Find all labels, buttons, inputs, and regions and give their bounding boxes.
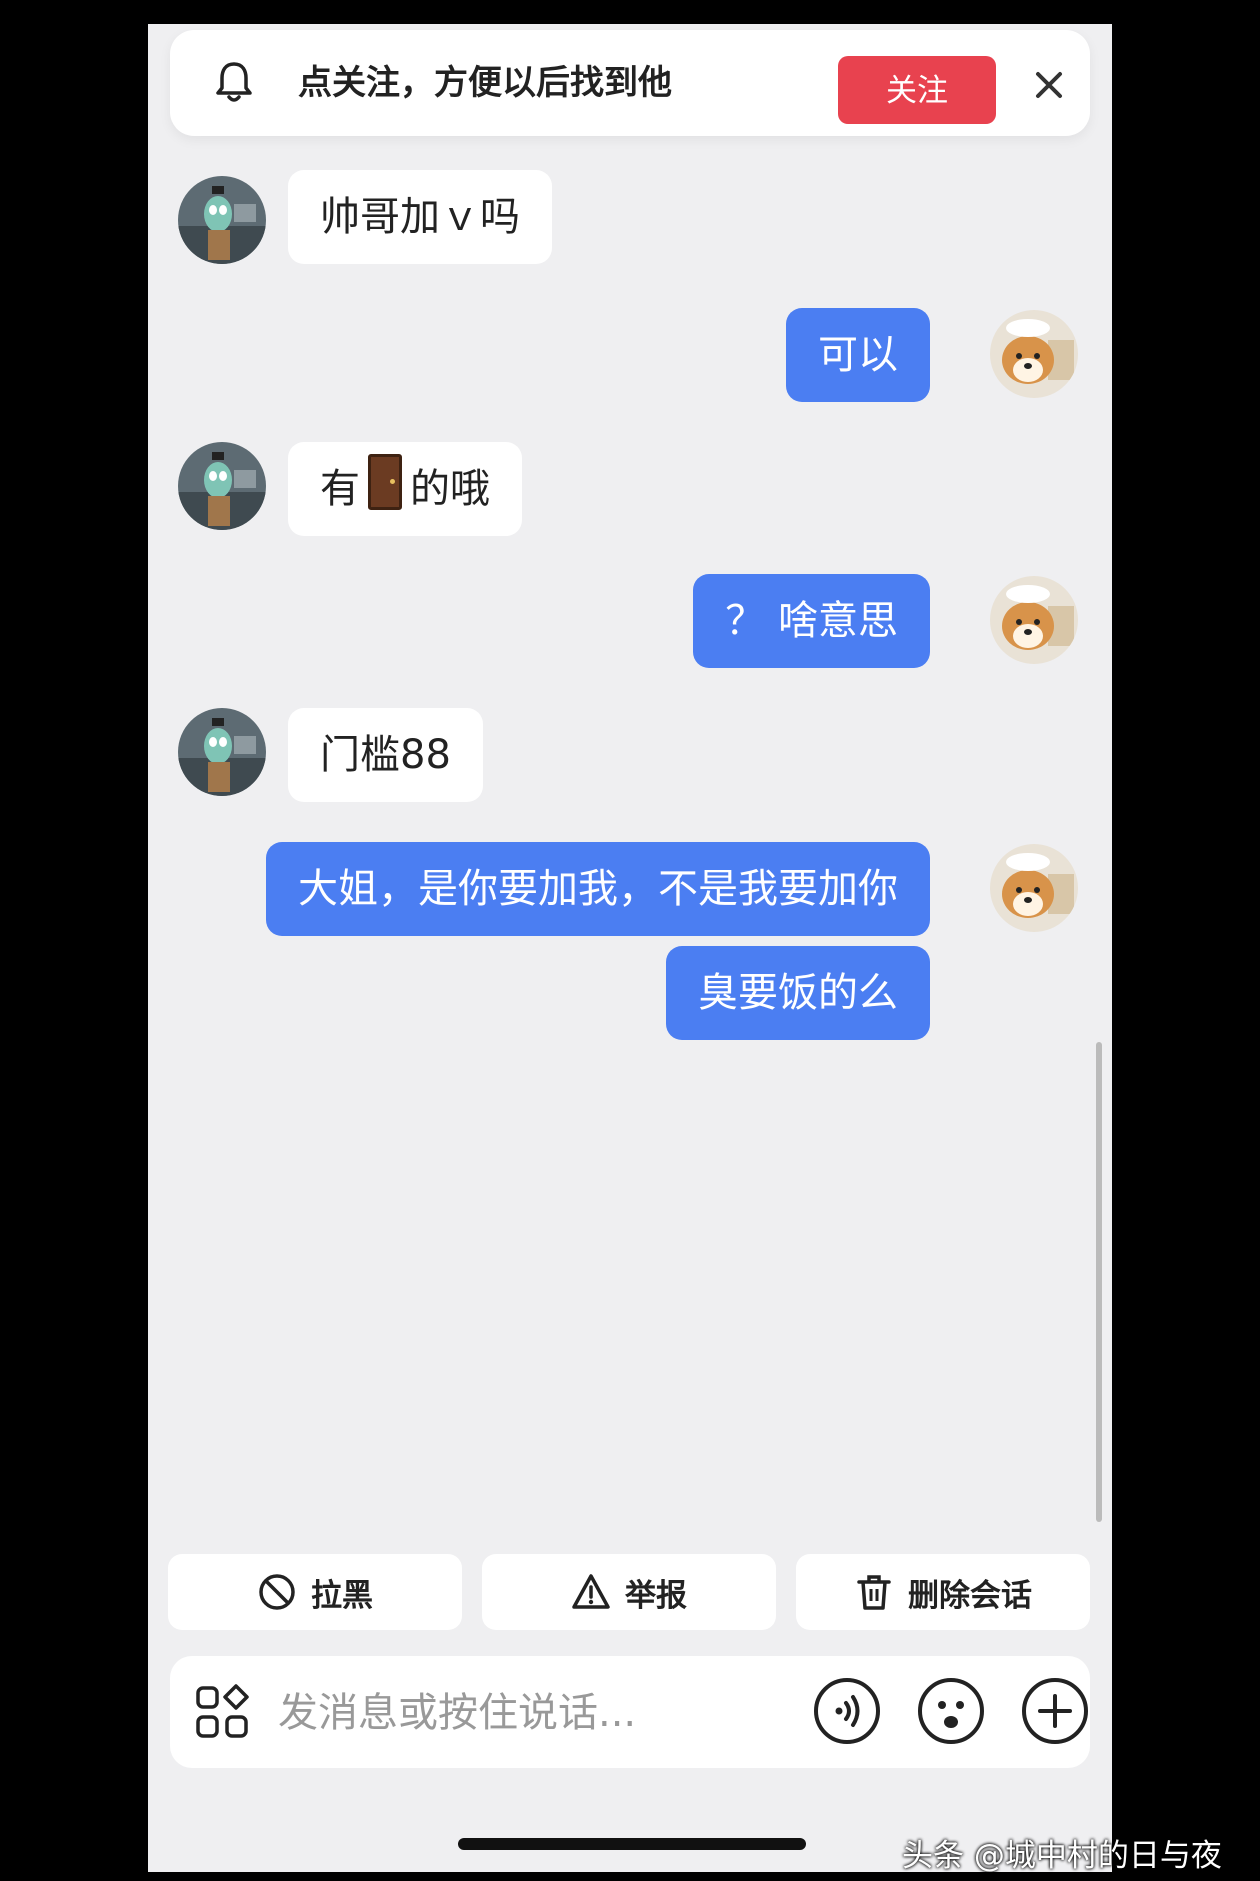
block-icon xyxy=(259,1574,295,1610)
door-emoji-icon xyxy=(368,454,402,510)
voice-icon[interactable] xyxy=(812,1676,882,1746)
delete-conversation-label: 删除会话 xyxy=(908,1577,1032,1614)
message-bubble-outgoing[interactable]: ？ 啥意思 xyxy=(693,574,930,668)
follow-prompt-text: 点关注，方便以后找到他 xyxy=(298,63,672,103)
delete-conversation-button[interactable]: 删除会话 xyxy=(796,1554,1090,1630)
my-avatar[interactable] xyxy=(990,576,1078,664)
shiba-avatar-icon xyxy=(990,576,1078,664)
emoji-icon[interactable] xyxy=(916,1676,986,1746)
plus-icon[interactable] xyxy=(1020,1676,1090,1746)
report-label: 举报 xyxy=(625,1577,687,1614)
squidward-avatar-icon xyxy=(178,176,266,264)
message-bubble-outgoing[interactable]: 可以 xyxy=(786,308,930,402)
contact-avatar[interactable] xyxy=(178,176,266,264)
message-bubble-outgoing[interactable]: 大姐，是你要加我，不是我要加你 xyxy=(266,842,930,936)
scrollbar[interactable] xyxy=(1096,1042,1102,1522)
warning-icon xyxy=(572,1574,610,1609)
message-bubble-incoming[interactable]: 帅哥加ｖ吗 xyxy=(288,170,552,264)
message-bubble-incoming[interactable]: 有 的哦 xyxy=(288,442,522,536)
message-text: 门槛88 xyxy=(320,732,451,778)
my-avatar[interactable] xyxy=(990,844,1078,932)
report-button[interactable]: 举报 xyxy=(482,1554,776,1630)
my-avatar[interactable] xyxy=(990,310,1078,398)
squidward-avatar-icon xyxy=(178,708,266,796)
trash-icon xyxy=(857,1575,891,1610)
message-text: 臭要饭的么 xyxy=(698,970,898,1016)
bell-icon xyxy=(216,62,252,102)
message-input-bar xyxy=(170,1656,1090,1768)
message-text: 大姐，是你要加我，不是我要加你 xyxy=(298,866,898,912)
message-text: 帅哥加ｖ吗 xyxy=(320,194,520,240)
message-text: ？ 啥意思 xyxy=(725,598,898,644)
message-text: 可以 xyxy=(818,332,898,378)
home-indicator xyxy=(458,1838,806,1850)
message-text-before: 有 xyxy=(320,466,360,512)
message-input[interactable] xyxy=(276,1676,780,1750)
message-bubble-outgoing[interactable]: 臭要饭的么 xyxy=(666,946,930,1040)
watermark: 头条 @城中村的日与夜 xyxy=(902,1838,1222,1874)
follow-button[interactable]: 关注 xyxy=(838,56,996,124)
shiba-avatar-icon xyxy=(990,844,1078,932)
follow-prompt-bar: 点关注，方便以后找到他 关注 xyxy=(170,30,1090,136)
contact-avatar[interactable] xyxy=(178,442,266,530)
message-text-after: 的哦 xyxy=(410,466,490,512)
close-icon[interactable] xyxy=(1034,70,1064,100)
message-bubble-incoming[interactable]: 门槛88 xyxy=(288,708,483,802)
block-label: 拉黑 xyxy=(311,1577,373,1614)
contact-avatar[interactable] xyxy=(178,708,266,796)
apps-icon[interactable] xyxy=(194,1684,250,1740)
chat-screen: 点关注，方便以后找到他 关注 帅哥加ｖ吗 可以 有 的哦 ？ 啥意思 门槛88 … xyxy=(148,24,1112,1872)
block-button[interactable]: 拉黑 xyxy=(168,1554,462,1630)
squidward-avatar-icon xyxy=(178,442,266,530)
shiba-avatar-icon xyxy=(990,310,1078,398)
